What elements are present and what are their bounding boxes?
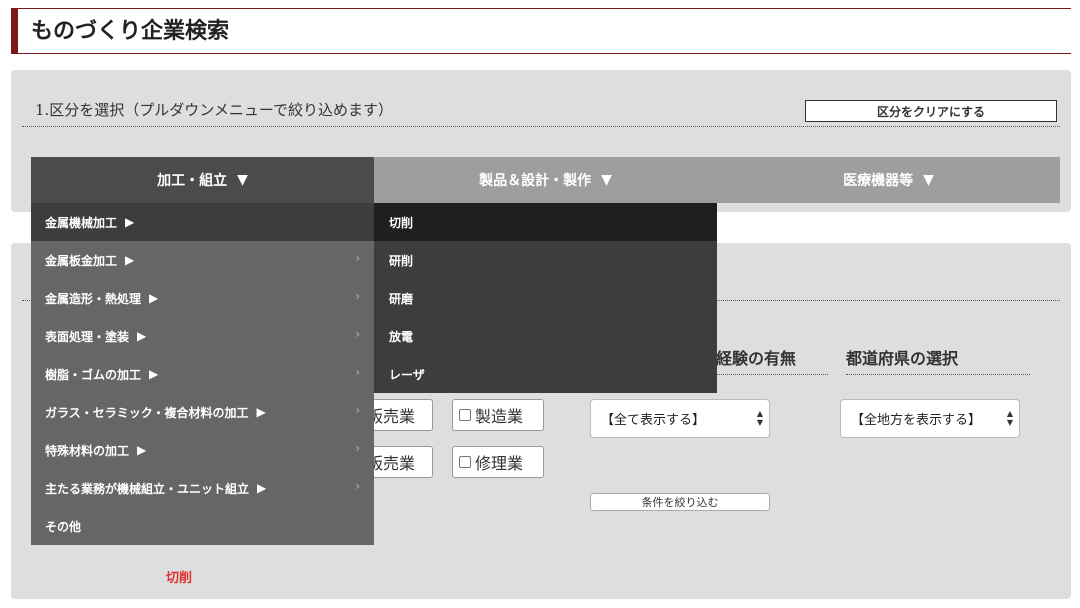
chevron-right-icon: › [355, 479, 360, 493]
prefecture-heading: 都道府県の選択 [846, 347, 1030, 375]
select-value: 【全て表示する】 [601, 413, 706, 428]
chevron-right-icon: › [355, 441, 360, 455]
menu-item-kinzoku-bankin[interactable]: 金属板金加工 ▶ › [31, 241, 374, 279]
submenu-item-sessaku[interactable]: 切削 [374, 203, 717, 241]
selected-category-label: 切削 [166, 571, 193, 586]
submenu-item-kenma[interactable]: 研磨 [374, 279, 717, 317]
checkbox-icon[interactable] [459, 456, 471, 468]
tab-seihin-sekkei[interactable]: 製品＆設計・製作 ▼ [374, 157, 717, 203]
triangle-down-icon: ▼ [601, 172, 612, 188]
business-type-manufacture-checkbox[interactable]: 製造業 [452, 399, 544, 431]
menu-item-tokushu-zairyo[interactable]: 特殊材料の加工 ▶ › [31, 431, 374, 469]
chevron-right-icon: › [355, 251, 360, 265]
business-type-repair-checkbox[interactable]: 修理業 [452, 446, 544, 478]
category-dropdown-menu: 金属機械加工 ▶ 金属板金加工 ▶ › 金属造形・熱処理 ▶ › 表面処理・塗装… [31, 203, 374, 545]
prefecture-heading-text: 都道府県の選択 [846, 349, 959, 368]
triangle-right-icon: ▶ [257, 481, 267, 495]
triangle-down-icon: ▼ [237, 172, 248, 188]
divider [22, 126, 1060, 127]
tab-label: 加工・組立 [157, 173, 228, 189]
business-type-label: 製造業 [475, 407, 524, 426]
submenu-item-laser[interactable]: レーザ [374, 355, 717, 393]
tab-label: 製品＆設計・製作 [479, 173, 592, 189]
triangle-right-icon: ▶ [149, 367, 159, 381]
prefecture-select[interactable]: 【全地方を表示する】 ▲ ▼ [840, 399, 1020, 438]
triangle-right-icon: ▶ [149, 291, 159, 305]
triangle-right-icon: ▶ [137, 329, 147, 343]
menu-item-label: 金属機械加工 [45, 215, 118, 230]
experience-select[interactable]: 【全て表示する】 ▲ ▼ [590, 399, 770, 438]
submenu-item-houden[interactable]: 放電 [374, 317, 717, 355]
menu-item-label: 表面処理・塗装 [45, 329, 130, 344]
tab-label: 医療機器等 [843, 173, 914, 189]
page-title: ものづくり企業検索 [31, 18, 230, 44]
business-type-label: 修理業 [475, 454, 524, 473]
menu-item-label: その他 [45, 519, 82, 534]
select-value: 【全地方を表示する】 [851, 413, 982, 428]
experience-heading: る経験の有無 [700, 347, 828, 375]
menu-item-label: 特殊材料の加工 [45, 443, 130, 458]
menu-item-hyomen-shori[interactable]: 表面処理・塗装 ▶ › [31, 317, 374, 355]
triangle-right-icon: ▶ [125, 215, 135, 229]
chevron-right-icon: › [355, 289, 360, 303]
triangle-down-icon: ▼ [923, 172, 934, 188]
menu-item-kinzoku-zokei[interactable]: 金属造形・熱処理 ▶ › [31, 279, 374, 317]
menu-item-label: 金属板金加工 [45, 253, 118, 268]
chevron-right-icon: › [355, 403, 360, 417]
category-submenu: 切削 研削 研磨 放電 レーザ [374, 203, 717, 393]
menu-item-sonota[interactable]: その他 [31, 507, 374, 545]
menu-item-jushi-gomu[interactable]: 樹脂・ゴムの加工 ▶ › [31, 355, 374, 393]
chevron-right-icon: › [355, 365, 360, 379]
menu-item-glass-ceramic[interactable]: ガラス・セラミック・複合材料の加工 ▶ › [31, 393, 374, 431]
step1-heading: 1.区分を選択（プルダウンメニューで絞り込めます） [35, 101, 393, 119]
select-arrows-icon: ▲ ▼ [756, 409, 763, 427]
checkbox-icon[interactable] [459, 409, 471, 421]
select-arrows-icon: ▲ ▼ [1006, 409, 1013, 427]
category-tabbar: 加工・組立 ▼ 製品＆設計・製作 ▼ 医療機器等 ▼ [31, 157, 1060, 203]
menu-item-label: 金属造形・熱処理 [45, 291, 142, 306]
filter-button[interactable]: 条件を絞り込む [590, 493, 770, 511]
submenu-item-kensaku[interactable]: 研削 [374, 241, 717, 279]
menu-item-kinzoku-kikai[interactable]: 金属機械加工 ▶ [31, 203, 374, 241]
triangle-right-icon: ▶ [125, 253, 135, 267]
triangle-right-icon: ▶ [256, 405, 266, 419]
triangle-right-icon: ▶ [137, 443, 147, 457]
tab-kako-kumitate[interactable]: 加工・組立 ▼ [31, 157, 374, 203]
tab-iryo-kiki[interactable]: 医療機器等 ▼ [717, 157, 1060, 203]
menu-item-label: ガラス・セラミック・複合材料の加工 [45, 405, 249, 420]
business-type-label: 販売業 [367, 407, 416, 426]
menu-item-label: 主たる業務が機械組立・ユニット組立 [45, 481, 250, 496]
menu-item-kikai-kumitate[interactable]: 主たる業務が機械組立・ユニット組立 ▶ › [31, 469, 374, 507]
menu-item-label: 樹脂・ゴムの加工 [45, 367, 142, 382]
business-type-label: 販売業 [367, 454, 416, 473]
chevron-right-icon: › [355, 327, 360, 341]
clear-category-button[interactable]: 区分をクリアにする [805, 100, 1057, 122]
